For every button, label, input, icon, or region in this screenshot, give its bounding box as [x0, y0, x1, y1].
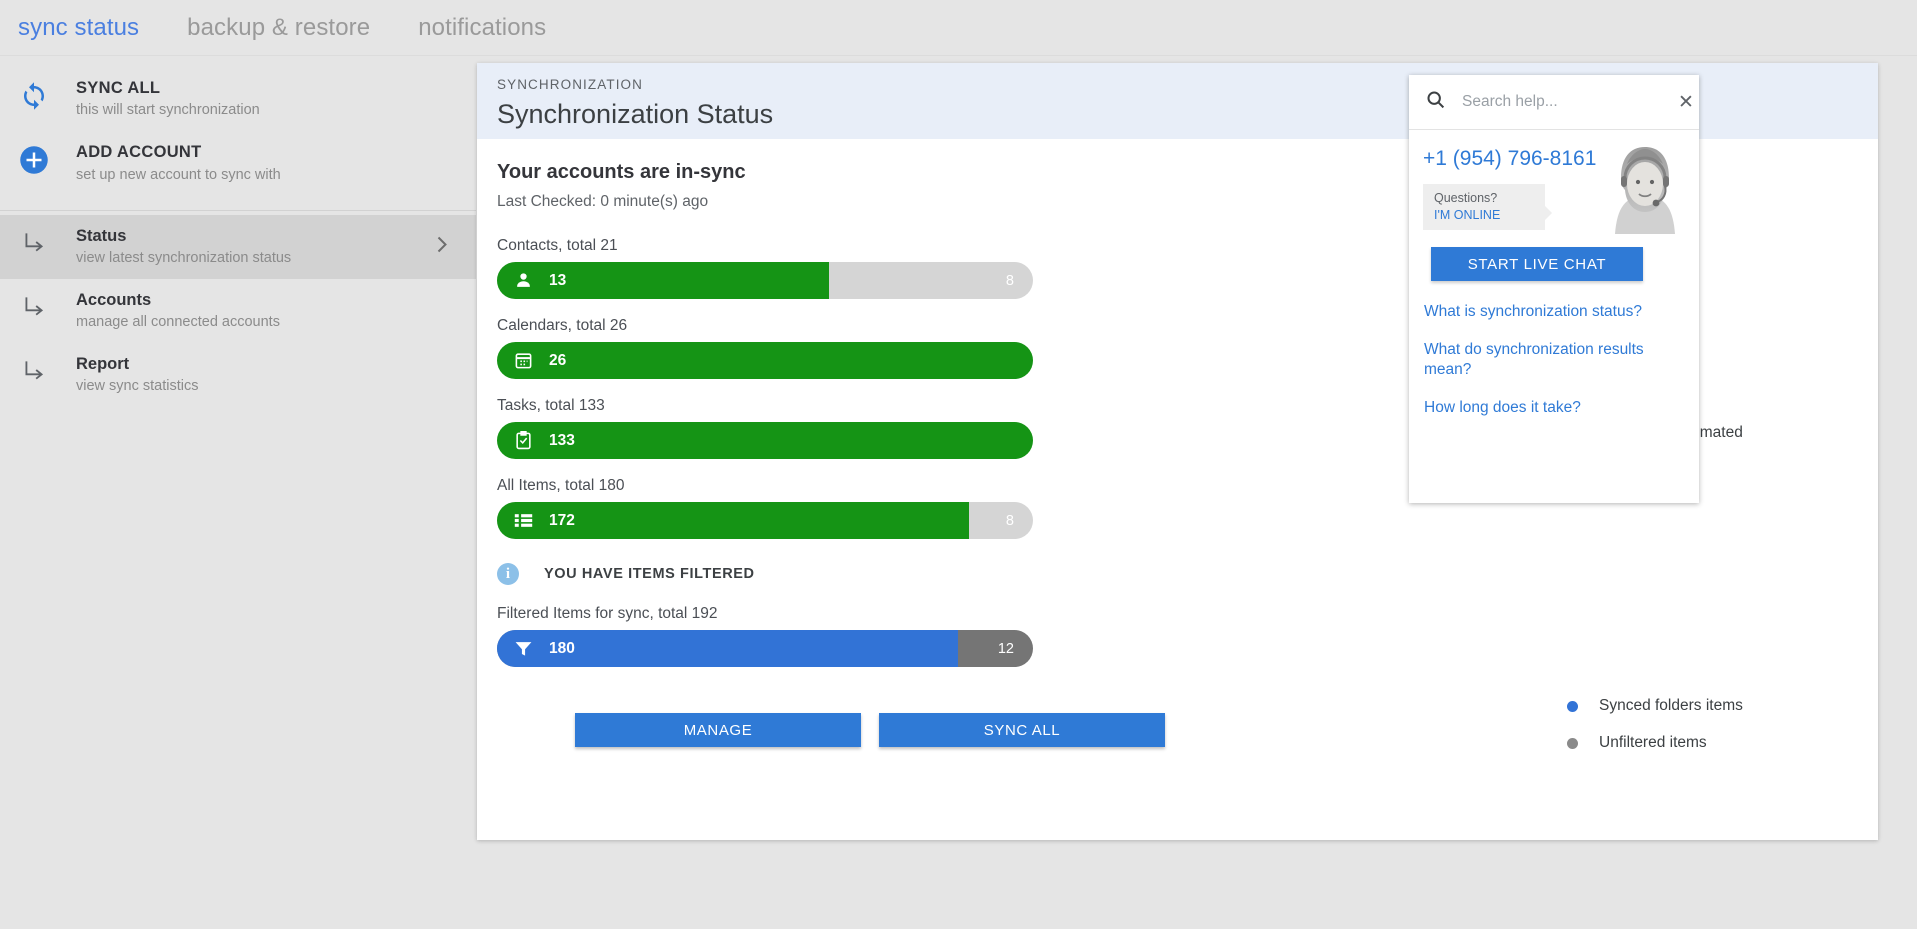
- legend-dot-icon: [1567, 737, 1578, 749]
- bar-synced-value-2: 133: [549, 431, 575, 449]
- arrow-branch-icon: [14, 289, 54, 319]
- bar-synced-value-3: 172: [549, 511, 575, 529]
- sidebar-nav-group: Status view latest synchronization statu…: [0, 211, 476, 422]
- online-status-bubble: Questions? I'M ONLINE: [1423, 184, 1552, 230]
- sidebar-item-title: Status: [76, 226, 127, 245]
- chevron-right-icon: [435, 235, 448, 258]
- bar-label-1: Calendars, total 26: [497, 317, 628, 334]
- help-body: +1 (954) 796-8161 Questions? I'M ONLINE …: [1409, 130, 1699, 418]
- bar-label-2: Tasks, total 133: [497, 397, 605, 414]
- sidebar-item-add-account[interactable]: ADD ACCOUNT set up new account to sync w…: [0, 131, 476, 195]
- arrow-branch-icon: [14, 225, 54, 255]
- legend-label: Synced folders items: [1599, 697, 1743, 714]
- tab-sync-status[interactable]: sync status: [18, 14, 139, 42]
- bar-filtered: 180 12: [497, 630, 1033, 667]
- sidebar-status-text: Status view latest synchronization statu…: [76, 225, 291, 269]
- search-icon: [1425, 89, 1446, 115]
- help-search-bar: ✕: [1409, 75, 1699, 130]
- bar-fill-1: 26: [497, 342, 1033, 379]
- help-link-0[interactable]: What is synchronization status?: [1424, 302, 1656, 321]
- sidebar-item-subtitle: this will start synchronization: [76, 102, 260, 119]
- start-live-chat-button[interactable]: START LIVE CHAT: [1431, 247, 1643, 281]
- arrow-branch-icon: [14, 353, 54, 383]
- sidebar-item-title: ADD ACCOUNT: [76, 143, 202, 162]
- sidebar-item-title: Report: [76, 355, 130, 374]
- top-navigation: sync status backup & restore notificatio…: [0, 0, 1917, 56]
- sidebar-item-subtitle: set up new account to sync with: [76, 166, 281, 183]
- bar-fill-filtered: 180: [497, 630, 958, 667]
- close-icon[interactable]: ✕: [1678, 93, 1694, 112]
- list-icon: [514, 511, 533, 530]
- sidebar-sync-all-text: SYNC ALL this will start synchronization: [76, 77, 260, 121]
- bar-fill-3: 172: [497, 502, 969, 539]
- legend-item: Unfiltered items: [1567, 734, 1743, 752]
- sync-all-button[interactable]: SYNC ALL: [879, 713, 1165, 747]
- funnel-icon: [514, 639, 533, 658]
- sidebar-item-accounts[interactable]: Accounts manage all connected accounts: [0, 279, 476, 343]
- sidebar-item-report[interactable]: Report view sync statistics: [0, 343, 476, 407]
- sidebar-item-title: Accounts: [76, 290, 152, 309]
- bar-3: 172 8: [497, 502, 1033, 539]
- legend-item: Synced folders items: [1567, 697, 1743, 715]
- sidebar-accounts-text: Accounts manage all connected accounts: [76, 289, 280, 333]
- sidebar-item-sync-all[interactable]: SYNC ALL this will start synchronization: [0, 67, 476, 131]
- sidebar-actions-group: SYNC ALL this will start synchronization…: [0, 57, 476, 211]
- bar-fill-2: 133: [497, 422, 1033, 459]
- bar-0: 13 8: [497, 262, 1033, 299]
- calendar-icon: [514, 351, 533, 370]
- person-icon: [514, 271, 533, 290]
- filtered-progress-bar: Filtered Items for sync, total 192 180 12: [497, 605, 1033, 667]
- progress-bars: Contacts, total 21 13 8 Calendars, total 26…: [497, 237, 1033, 539]
- bar-fill-0: 13: [497, 262, 830, 299]
- support-phone-number[interactable]: +1 (954) 796-8161: [1423, 147, 1685, 171]
- legend-filtered: Synced folders items Unfiltered items: [1567, 697, 1743, 771]
- progress-bar-group-2: Tasks, total 133 133: [497, 397, 1033, 459]
- app-root: sync status backup & restore notificatio…: [0, 0, 1917, 929]
- filtered-notice-label: YOU HAVE ITEMS FILTERED: [544, 566, 755, 582]
- search-input[interactable]: [1462, 93, 1662, 111]
- help-widget: ✕: [1409, 75, 1699, 503]
- sidebar-item-subtitle: manage all connected accounts: [76, 314, 280, 331]
- plus-circle-icon: [14, 141, 54, 175]
- sync-icon: [14, 77, 54, 111]
- help-link-2[interactable]: How long does it take?: [1424, 398, 1656, 417]
- clipboard-check-icon: [514, 431, 533, 450]
- bubble-online-label[interactable]: I'M ONLINE: [1434, 208, 1534, 222]
- tab-backup-restore[interactable]: backup & restore: [187, 14, 370, 42]
- tab-notifications[interactable]: notifications: [418, 14, 546, 42]
- progress-bar-group-3: All Items, total 180 172 8: [497, 477, 1033, 539]
- progress-bar-group-filtered: Filtered Items for sync, total 192 180 12: [497, 605, 1033, 667]
- bar-pending-value-0: 8: [1005, 272, 1014, 289]
- bubble-question-label: Questions?: [1434, 191, 1498, 205]
- bar-synced-value-filtered: 180: [549, 639, 575, 657]
- sidebar-item-title: SYNC ALL: [76, 79, 161, 97]
- info-icon: i: [497, 563, 519, 585]
- bar-label-0: Contacts, total 21: [497, 237, 618, 254]
- bar-synced-value-0: 13: [549, 271, 567, 289]
- sidebar-add-account-text: ADD ACCOUNT set up new account to sync w…: [76, 141, 281, 185]
- bar-1: 26: [497, 342, 1033, 379]
- bar-pending-value-filtered: 12: [997, 640, 1014, 657]
- help-link-1[interactable]: What do synchronization results mean?: [1424, 340, 1656, 379]
- legend-label: Unfiltered items: [1599, 734, 1707, 751]
- bar-pending-value-3: 8: [1005, 512, 1014, 529]
- sidebar-report-text: Report view sync statistics: [76, 353, 198, 397]
- bar-label-filtered: Filtered Items for sync, total 192: [497, 605, 718, 622]
- sidebar-item-status[interactable]: Status view latest synchronization statu…: [0, 214, 476, 279]
- help-links-list: What is synchronization status? What do s…: [1424, 302, 1685, 418]
- bar-label-3: All Items, total 180: [497, 477, 625, 494]
- bar-synced-value-1: 26: [549, 351, 567, 369]
- sidebar: SYNC ALL this will start synchronization…: [0, 57, 476, 929]
- sidebar-item-subtitle: view sync statistics: [76, 378, 199, 395]
- bar-2: 133: [497, 422, 1033, 459]
- legend-dot-icon: [1567, 700, 1578, 712]
- progress-bar-group-1: Calendars, total 26 26: [497, 317, 1033, 379]
- manage-button[interactable]: MANAGE: [575, 713, 861, 747]
- sidebar-item-subtitle: view latest synchronization status: [76, 249, 292, 266]
- progress-bar-group-0: Contacts, total 21 13 8: [497, 237, 1033, 299]
- filtered-notice: i YOU HAVE ITEMS FILTERED: [497, 563, 1858, 585]
